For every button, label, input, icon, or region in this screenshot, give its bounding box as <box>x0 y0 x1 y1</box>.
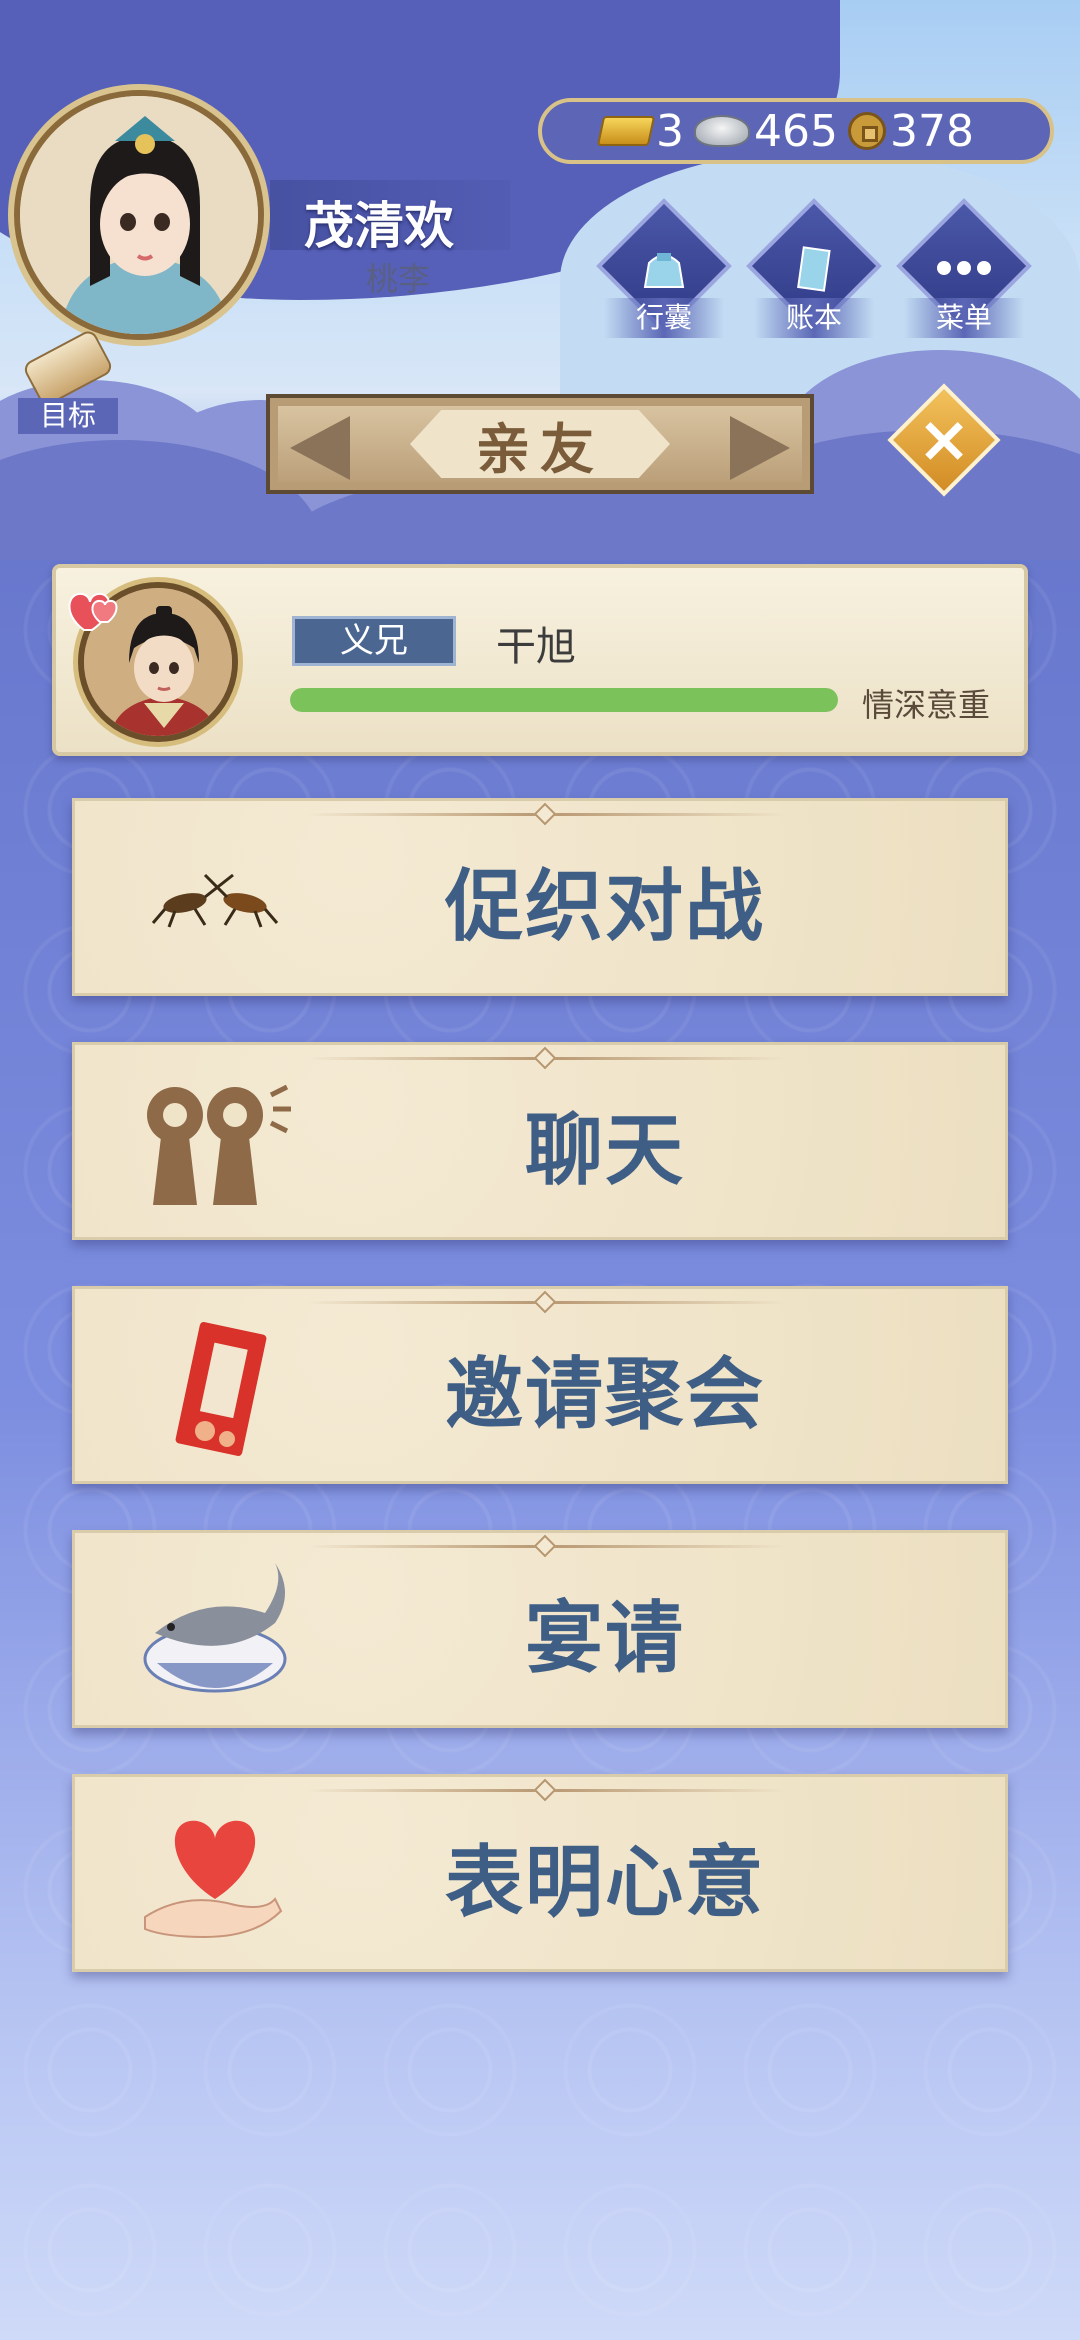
relation-tag: 义兄 <box>292 616 456 666</box>
target-button[interactable]: 目标 <box>18 328 118 436</box>
heart-icon <box>68 592 118 631</box>
target-label: 目标 <box>18 398 118 434</box>
ledger-button[interactable]: 账本 <box>746 198 882 338</box>
gold-currency: 3 <box>596 105 684 157</box>
confess-button[interactable]: 表明心意 <box>72 1774 1008 1972</box>
bond-progress-bar <box>290 688 838 712</box>
copper-amount: 378 <box>889 105 974 157</box>
title-arrow-left-deco <box>290 416 350 480</box>
feast-button[interactable]: 宴请 <box>72 1530 1008 1728</box>
silver-ingot-icon <box>694 115 750 147</box>
action-label: 促织对战 <box>444 862 765 952</box>
menu-label: 菜单 <box>904 298 1024 338</box>
ledger-label: 账本 <box>754 298 874 338</box>
action-label: 聊天 <box>524 1106 685 1196</box>
copper-coin-icon <box>847 112 886 150</box>
bag-label: 行囊 <box>604 298 724 338</box>
chat-icon <box>147 1084 291 1205</box>
cricket-icon <box>151 873 279 928</box>
invite-party-button[interactable]: 邀请聚会 <box>72 1286 1008 1484</box>
page-title: 亲友 <box>410 410 670 478</box>
player-avatar[interactable] <box>14 90 264 340</box>
player-name: 茂清欢 <box>304 197 454 255</box>
action-label: 宴请 <box>524 1594 685 1684</box>
gold-ingot-icon <box>596 116 656 146</box>
close-icon: × <box>917 403 971 477</box>
menu-button[interactable]: 菜单 <box>896 198 1032 338</box>
player-title: 桃李 <box>366 260 431 298</box>
invitation-card-icon <box>175 1322 267 1456</box>
page-title-plate: 亲友 <box>266 394 814 494</box>
more-dots-icon <box>934 240 994 296</box>
feast-bowl-icon <box>143 1563 287 1693</box>
silver-currency: 465 <box>694 106 838 157</box>
bond-progress-fill <box>290 688 838 712</box>
bag-button[interactable]: 行囊 <box>596 198 732 338</box>
gold-amount: 3 <box>656 105 684 157</box>
silver-amount: 465 <box>754 105 838 157</box>
friend-name: 干旭 <box>496 624 576 670</box>
scroll-icon <box>21 328 115 408</box>
title-arrow-right-deco <box>730 416 790 480</box>
heart-hand-icon <box>144 1820 283 1939</box>
friend-card: 义兄 干旭 情深意重 <box>52 564 1028 756</box>
bag-icon <box>634 240 694 296</box>
ledger-icon <box>784 240 844 296</box>
action-label: 邀请聚会 <box>444 1350 765 1440</box>
bond-level-text: 情深意重 <box>862 686 991 724</box>
copper-currency: 378 <box>847 105 974 157</box>
currency-bar: 3 465 378 <box>538 98 1054 164</box>
action-label: 表明心意 <box>444 1838 765 1928</box>
cricket-battle-button[interactable]: 促织对战 <box>72 798 1008 996</box>
chat-button[interactable]: 聊天 <box>72 1042 1008 1240</box>
